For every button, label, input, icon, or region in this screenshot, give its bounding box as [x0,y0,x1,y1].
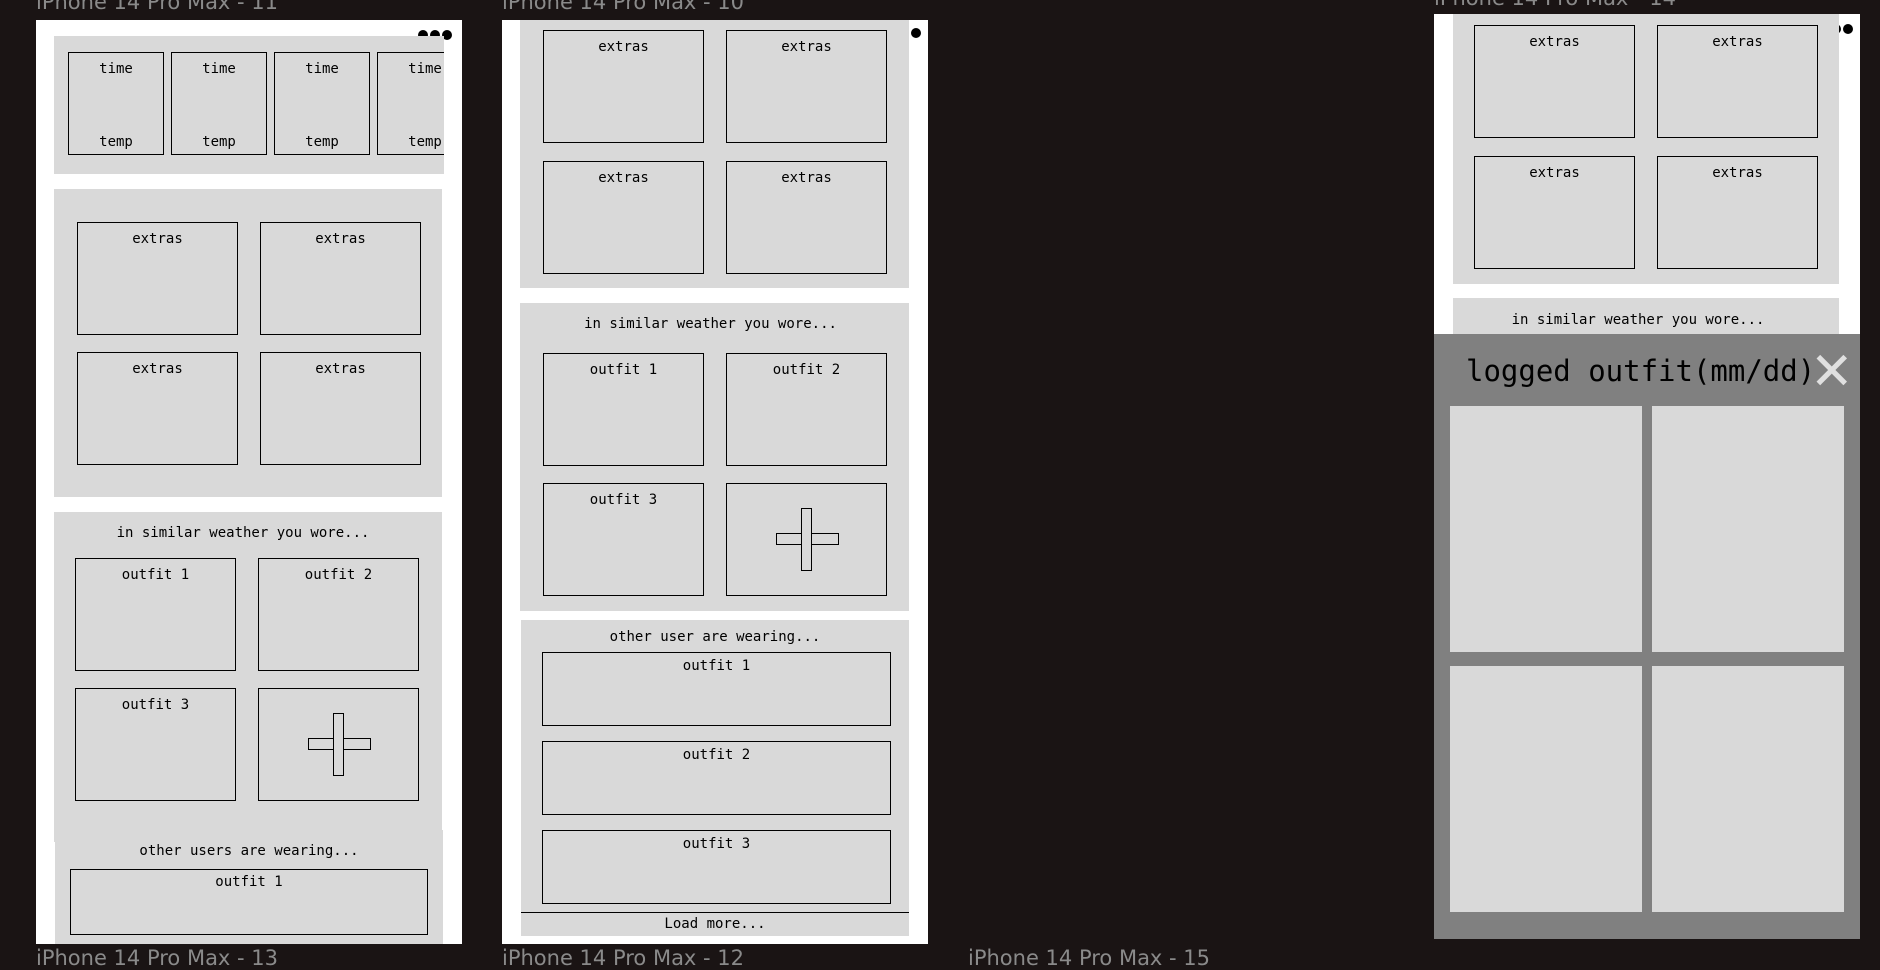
extras-card[interactable]: extras [1474,156,1635,269]
outfit-label: outfit 2 [682,747,751,763]
outfit-card[interactable]: outfit 3 [543,483,704,596]
extras-card[interactable]: extras [543,30,704,143]
outfit-card[interactable]: outfit 3 [75,688,236,801]
load-more-button[interactable]: Load more... [521,916,909,932]
logged-outfit-modal: logged outfit(mm/dd) ✕ [1434,334,1860,939]
extras-label: extras [781,170,832,186]
extras-label: extras [598,170,649,186]
extras-card[interactable]: extras [543,161,704,274]
similar-weather-panel: in similar weather you wore... outfit 1 … [520,303,909,611]
forecast-time: time [408,61,442,77]
forecast-panel: time temp time temp time temp time temp [54,36,444,174]
forecast-temp: temp [408,134,442,150]
extras-label: extras [1712,34,1763,50]
phone-screen-11: time temp time temp time temp time temp … [36,20,462,944]
outfit-row[interactable]: outfit 3 [542,830,891,904]
extras-label: extras [315,361,366,377]
extras-label: extras [781,39,832,55]
other-users-heading: other users are wearing... [139,843,359,859]
frame-label-p12: iPhone 14 Pro Max - 12 [502,946,745,970]
forecast-hour-card[interactable]: time temp [377,52,444,155]
similar-weather-heading: in similar weather you wore... [584,316,837,332]
extras-label: extras [1712,165,1763,181]
frame-label-p14: iPhone 14 Pro Max - 14 [1434,0,1676,9]
outfit-card[interactable]: outfit 1 [543,353,704,466]
extras-label: extras [132,361,183,377]
extras-card[interactable]: extras [77,352,238,465]
other-users-panel: other users are wearing... outfit 1 [55,830,443,944]
outfit-row[interactable]: outfit 1 [542,652,891,726]
extras-card[interactable]: extras [1474,25,1635,138]
outfit-label: outfit 1 [215,874,283,890]
forecast-time: time [202,61,236,77]
outfit-label: outfit 2 [304,567,373,583]
plus-icon [333,713,344,776]
frame-label-p11: iPhone 14 Pro Max - 11 [36,0,279,14]
forecast-time: time [305,61,339,77]
extras-card[interactable]: extras [1657,156,1818,269]
extras-panel: extras extras extras extras [1453,14,1839,284]
forecast-hour-card[interactable]: time temp [68,52,164,155]
other-users-heading: other user are wearing... [609,629,821,645]
extras-card[interactable]: extras [260,352,421,465]
logged-outfit-slot[interactable] [1450,406,1642,652]
logged-outfit-slot[interactable] [1450,666,1642,912]
extras-card[interactable]: extras [726,30,887,143]
forecast-temp: temp [202,134,236,150]
extras-card[interactable]: extras [260,222,421,335]
extras-label: extras [132,231,183,247]
outfit-label: outfit 3 [121,697,190,713]
extras-label: extras [1529,165,1580,181]
modal-title: logged outfit(mm/dd) [1466,354,1816,388]
forecast-hour-card[interactable]: time temp [171,52,267,155]
logged-outfit-slot[interactable] [1652,666,1844,912]
phone-screen-14: extras extras extras extras in similar w… [1434,14,1860,939]
outfit-card[interactable]: outfit 2 [726,353,887,466]
outfit-label: outfit 3 [589,492,658,508]
add-outfit-button[interactable] [258,688,419,801]
forecast-temp: temp [305,134,339,150]
similar-weather-panel: in similar weather you wore... outfit 1 … [54,512,442,842]
outfit-row[interactable]: outfit 1 [70,869,428,935]
phone-screen-10: extras extras extras extras in similar w… [502,20,928,944]
other-users-panel: other user are wearing... outfit 1 outfi… [521,620,909,936]
similar-weather-heading: in similar weather you wore... [116,525,370,541]
extras-label: extras [315,231,366,247]
outfit-row[interactable]: outfit 2 [542,741,891,815]
extras-card[interactable]: extras [77,222,238,335]
outfit-label: outfit 1 [589,362,658,378]
add-outfit-button[interactable] [726,483,887,596]
outfit-card[interactable]: outfit 1 [75,558,236,671]
extras-label: extras [1529,34,1580,50]
similar-weather-heading: in similar weather you wore... [1511,312,1765,328]
frame-label-p15: iPhone 14 Pro Max - 15 [968,946,1211,970]
forecast-temp: temp [99,134,133,150]
extras-panel: extras extras extras extras [54,189,442,497]
frame-label-p13: iPhone 14 Pro Max - 13 [36,946,279,970]
extras-card[interactable]: extras [726,161,887,274]
close-icon[interactable]: ✕ [1810,346,1854,398]
forecast-time: time [99,61,133,77]
outfit-label: outfit 2 [772,362,841,378]
outfit-label: outfit 3 [682,836,751,852]
outfit-card[interactable]: outfit 2 [258,558,419,671]
forecast-hour-card[interactable]: time temp [274,52,370,155]
extras-card[interactable]: extras [1657,25,1818,138]
extras-panel: extras extras extras extras [520,20,909,288]
extras-label: extras [598,39,649,55]
frame-label-p10: iPhone 14 Pro Max - 10 [502,0,745,14]
load-more-divider [521,912,909,913]
outfit-label: outfit 1 [682,658,751,674]
plus-icon [801,508,812,571]
outfit-label: outfit 1 [121,567,190,583]
logged-outfit-slot[interactable] [1652,406,1844,652]
